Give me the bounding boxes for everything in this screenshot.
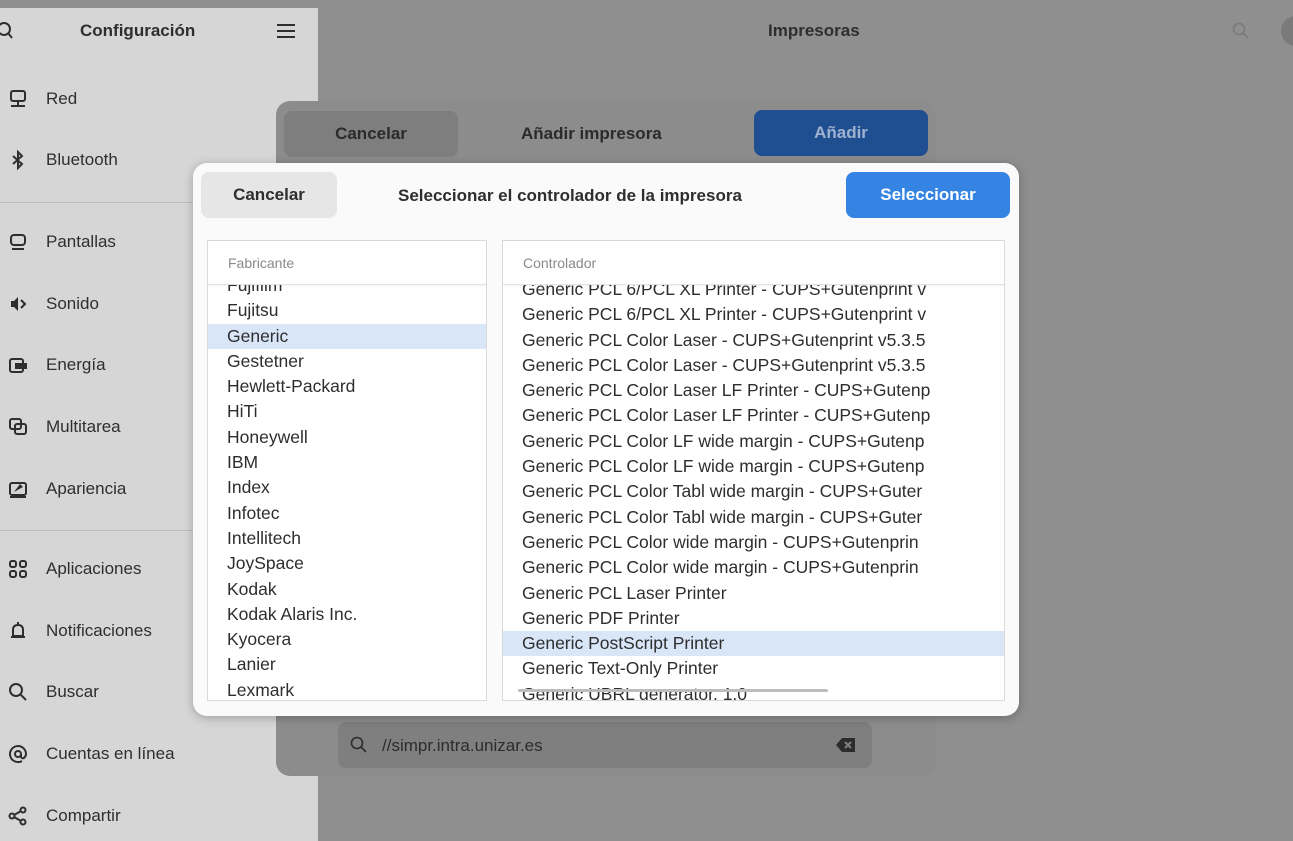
sidebar-item-label: Sonido	[46, 294, 99, 313]
driver-list-item[interactable]: Generic PCL Color Tabl wide margin - CUP…	[503, 505, 1004, 530]
driver-list-item[interactable]: Generic PDF Printer	[503, 606, 1004, 631]
share-icon	[8, 806, 27, 826]
sidebar-item-label: Aplicaciones	[46, 559, 142, 578]
manufacturer-list-item[interactable]: IBM	[208, 450, 486, 475]
driver-list-item[interactable]: Generic PCL 6/PCL XL Printer - CUPS+Gute…	[503, 302, 1004, 327]
network-icon	[10, 90, 26, 107]
sidebar-item-label: Notificaciones	[46, 621, 152, 640]
manufacturer-list-item[interactable]: Kodak Alaris Inc.	[208, 602, 486, 627]
manufacturer-list-item[interactable]: Honeywell	[208, 425, 486, 450]
sidebar-item-label: Compartir	[46, 806, 121, 825]
add-printer-confirm-button[interactable]: Añadir	[754, 110, 928, 156]
manufacturer-list-item[interactable]: Infotec	[208, 501, 486, 526]
sidebar-title: Configuración	[80, 21, 196, 40]
driver-cancel-button[interactable]: Cancelar	[201, 172, 337, 218]
driver-list-item[interactable]: Generic PCL Laser Printer	[503, 581, 1004, 606]
manufacturer-list-item[interactable]: Generic	[208, 323, 486, 349]
manufacturer-list-item[interactable]: Gestetner	[208, 349, 486, 374]
driver-select-button[interactable]: Seleccionar	[846, 172, 1010, 218]
driver-header-label: Controlador	[523, 255, 597, 271]
driver-list-item[interactable]: Generic PCL Color wide margin - CUPS+Gut…	[503, 555, 1004, 580]
power-icon	[9, 358, 27, 373]
hamburger-menu-icon[interactable]	[276, 22, 296, 40]
driver-list-item[interactable]: Generic PCL Color Tabl wide margin - CUP…	[503, 479, 1004, 504]
printer-search-value[interactable]: //simpr.intra.unizar.es	[382, 736, 543, 756]
manufacturer-list-item[interactable]: Fujitsu	[208, 298, 486, 323]
driver-list-header: Controlador	[503, 241, 1004, 285]
manufacturer-list-item[interactable]: HiTi	[208, 399, 486, 424]
driver-dialog-title: Seleccionar el controlador de la impreso…	[398, 186, 742, 205]
driver-list-item[interactable]: Generic PCL Color Laser - CUPS+Gutenprin…	[503, 353, 1004, 378]
driver-list-item[interactable]: Generic PCL Color Laser LF Printer - CUP…	[503, 403, 1004, 428]
sidebar-item-label: Buscar	[46, 682, 99, 701]
manufacturer-list-item[interactable]: Index	[208, 475, 486, 500]
sidebar-item-label: Multitarea	[46, 417, 121, 436]
manufacturer-list-item[interactable]: Lexmark	[208, 678, 486, 700]
sidebar-item-red[interactable]: Red	[0, 74, 318, 124]
multitask-icon	[9, 418, 27, 435]
driver-list-item[interactable]: Generic PCL Color LF wide margin - CUPS+…	[503, 454, 1004, 479]
sidebar-item-cuentas[interactable]: Cuentas en línea	[0, 729, 318, 779]
manufacturer-list-header: Fabricante	[208, 241, 486, 285]
driver-list-item[interactable]: Generic PCL Color wide margin - CUPS+Gut…	[503, 530, 1004, 555]
sidebar-item-label: Cuentas en línea	[46, 744, 175, 763]
manufacturer-list-item[interactable]: JoySpace	[208, 551, 486, 576]
driver-list-item[interactable]: Generic PCL Color Laser LF Printer - CUP…	[503, 378, 1004, 403]
sidebar-item-label: Apariencia	[46, 479, 127, 498]
manufacturer-rows: Fujifilm Fujitsu Generic Gestetner Hewlett-P…	[208, 273, 486, 700]
driver-list-item[interactable]: Generic PCL Color Laser - CUPS+Gutenprin…	[503, 328, 1004, 353]
at-icon	[9, 745, 28, 764]
bell-icon	[11, 622, 25, 638]
add-printer-cancel-button[interactable]: Cancelar	[284, 111, 458, 157]
sidebar-item-label: Pantallas	[46, 232, 116, 251]
search-icon[interactable]	[1232, 22, 1250, 40]
sound-icon	[11, 297, 27, 311]
display-icon	[10, 234, 26, 250]
search-icon	[350, 736, 367, 753]
driver-rows: Generic PCL 6/PCL XL Printer - CUPS+Gute…	[503, 277, 1004, 700]
appearance-icon	[9, 482, 27, 498]
manufacturer-list-item[interactable]: Hewlett-Packard	[208, 374, 486, 399]
sidebar-item-label: Bluetooth	[46, 150, 118, 169]
horizontal-scrollbar[interactable]	[518, 689, 828, 692]
sidebar-item-label: Red	[46, 89, 78, 108]
driver-list-item[interactable]: Generic PostScript Printer	[503, 631, 1004, 657]
manufacturer-list-item[interactable]: Kodak	[208, 577, 486, 602]
sidebar-item-compartir[interactable]: Compartir	[0, 791, 318, 841]
clear-text-icon[interactable]	[835, 736, 857, 754]
driver-list[interactable]: Controlador Generic PCL 6/PCL XL Printer…	[502, 240, 1005, 701]
driver-list-item[interactable]: Generic PCL Color LF wide margin - CUPS+…	[503, 429, 1004, 454]
driver-list-item[interactable]: Generic Text-Only Printer	[503, 656, 1004, 681]
manufacturer-list-item[interactable]: Intellitech	[208, 526, 486, 551]
manufacturer-list-item[interactable]: Kyocera	[208, 627, 486, 652]
page-title: Impresoras	[768, 21, 860, 40]
add-printer-dialog-title: Añadir impresora	[521, 124, 662, 143]
search-icon	[9, 683, 27, 701]
sidebar-header: Configuración	[0, 8, 318, 56]
apps-icon	[9, 560, 27, 578]
manufacturer-list-item[interactable]: Lanier	[208, 652, 486, 677]
manufacturer-list[interactable]: Fabricante Fujifilm Fujitsu Generic Gestetn…	[207, 240, 487, 701]
bluetooth-icon	[12, 150, 24, 170]
manufacturer-header-label: Fabricante	[228, 255, 295, 271]
search-icon[interactable]	[0, 22, 18, 40]
sidebar-item-label: Energía	[46, 355, 106, 374]
printer-search-input[interactable]: //simpr.intra.unizar.es	[338, 722, 872, 768]
